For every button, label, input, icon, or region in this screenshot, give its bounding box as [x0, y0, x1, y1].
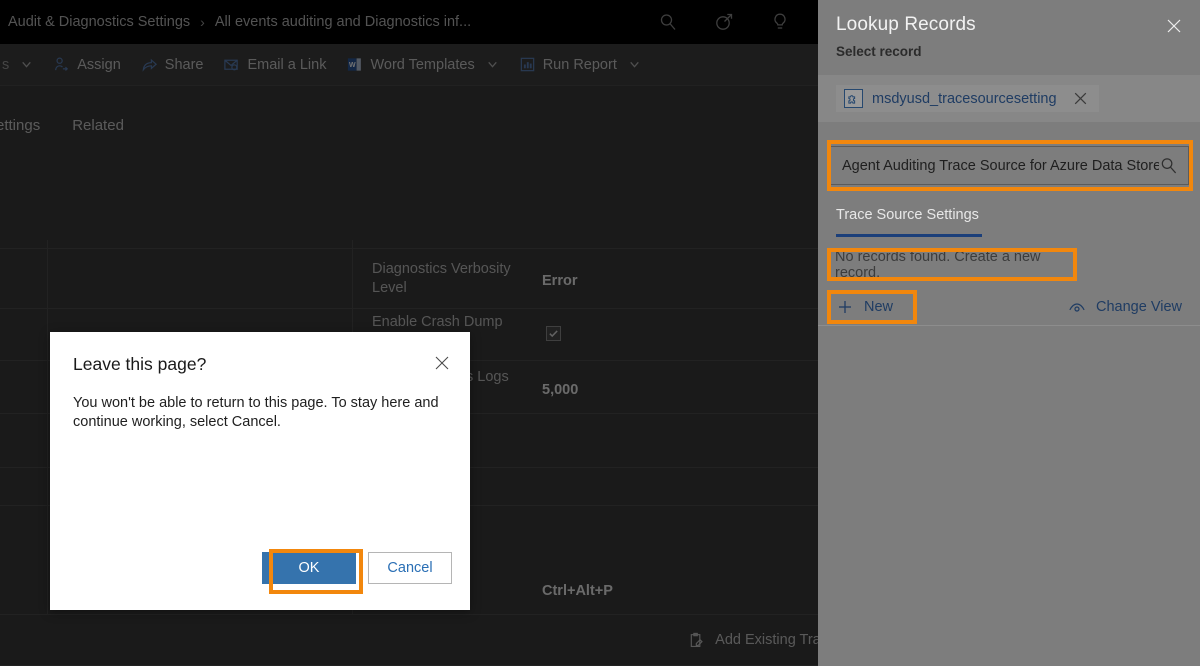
svg-text:W: W [349, 62, 356, 69]
search-icon[interactable] [658, 12, 678, 32]
eye-view-icon [1067, 298, 1086, 317]
tab-related[interactable]: Related [72, 117, 124, 134]
new-record-button[interactable]: New [834, 296, 901, 318]
chevron-down-icon[interactable] [486, 58, 499, 71]
lookup-empty-message-text: No records found. Create a new record. [835, 249, 1075, 281]
command-share-label: Share [165, 57, 204, 73]
tab-settings[interactable]: Settings [0, 117, 40, 134]
form-row-separator [0, 308, 818, 309]
lightbulb-icon[interactable] [770, 12, 790, 32]
lookup-panel-title: Lookup Records [836, 14, 1182, 36]
nav-icon-group [658, 12, 818, 32]
field-label-logs: s Logs [466, 368, 509, 387]
close-icon[interactable] [1072, 90, 1089, 107]
change-view-button[interactable]: Change View [1067, 298, 1182, 317]
command-word-templates-label: Word Templates [370, 57, 474, 73]
dialog-title: Leave this page? [73, 354, 206, 375]
change-view-button-label: Change View [1096, 299, 1182, 315]
lookup-empty-message: No records found. Create a new record. [829, 250, 1075, 279]
command-email-a-link-label: Email a Link [247, 57, 326, 73]
command-overflow[interactable]: s [0, 44, 43, 86]
top-navigation-bar: Audit & Diagnostics Settings › All event… [0, 0, 818, 44]
command-share[interactable]: Share [131, 44, 214, 86]
add-existing-record-icon [688, 632, 705, 649]
command-run-report[interactable]: Run Report [509, 44, 651, 86]
assistant-icon[interactable] [714, 12, 734, 32]
lookup-panel-header: Lookup Records Select record [818, 0, 1200, 59]
field-value-verbosity: Error [542, 273, 577, 289]
form-row-separator [0, 248, 818, 249]
lookup-view-tab-underline [836, 234, 982, 237]
lookup-view-tab[interactable]: Trace Source Settings [836, 206, 979, 224]
cancel-button[interactable]: Cancel [368, 552, 452, 584]
dialog-action-row: OK Cancel [262, 552, 452, 584]
lookup-action-row: New Change View [818, 289, 1200, 326]
search-input[interactable] [842, 158, 1159, 174]
leave-page-dialog: Leave this page? You won't be able to re… [50, 332, 470, 610]
screen-root: Audit & Diagnostics Settings › All event… [0, 0, 1200, 666]
entity-puzzle-icon [844, 89, 863, 108]
field-label-verbosity: Diagnostics Verbosity Level [372, 260, 512, 298]
new-record-button-label: New [864, 299, 893, 315]
breadcrumb-item-parent[interactable]: Audit & Diagnostics Settings [8, 14, 190, 30]
lookup-view-tab-label: Trace Source Settings [836, 207, 979, 223]
command-assign[interactable]: Assign [43, 44, 131, 86]
checkmark-icon [548, 328, 559, 339]
add-existing-trace-button[interactable]: Add Existing Trac [688, 632, 818, 649]
lookup-records-panel: Lookup Records Select record msdyusd_tra… [818, 0, 1200, 666]
command-run-report-label: Run Report [543, 57, 617, 73]
lookup-panel-close-button[interactable] [1162, 14, 1186, 38]
column-divider-left [47, 240, 48, 615]
dialog-close-button[interactable] [434, 355, 452, 373]
word-document-icon: W [346, 56, 363, 73]
chevron-down-icon [20, 58, 33, 71]
entity-chip[interactable]: msdyusd_tracesourcesetting [836, 85, 1099, 112]
breadcrumb-item-current[interactable]: All events auditing and Diagnostics inf.… [215, 14, 471, 30]
form-tab-strip: Settings Related [0, 86, 818, 146]
form-footer-command-bar: Add Existing Trac [0, 614, 818, 666]
breadcrumb-separator-icon: › [200, 14, 205, 30]
field-label-crash-dump: Enable Crash Dump [372, 313, 552, 332]
field-value-logs: 5,000 [542, 382, 578, 398]
lookup-search-wrapper [829, 146, 1189, 185]
chevron-down-icon[interactable] [628, 58, 641, 71]
search-icon[interactable] [1159, 156, 1178, 175]
report-chart-icon [519, 56, 536, 73]
command-assign-label: Assign [77, 57, 121, 73]
field-checkbox-crash-dump[interactable] [546, 326, 561, 341]
command-word-templates[interactable]: W Word Templates [336, 44, 508, 86]
email-link-icon [223, 56, 240, 73]
add-existing-trace-label: Add Existing Trac [715, 632, 818, 648]
entity-filter-band: msdyusd_tracesourcesetting [818, 75, 1200, 122]
entity-chip-label: msdyusd_tracesourcesetting [872, 91, 1057, 107]
command-bar: s Assign Share [0, 44, 818, 86]
share-icon [141, 56, 158, 73]
lookup-panel-subtitle: Select record [836, 44, 1182, 59]
plus-icon [836, 298, 854, 316]
assign-person-icon [53, 56, 70, 73]
lookup-search-box[interactable] [829, 146, 1189, 185]
command-overflow-partial-label: s [2, 57, 9, 73]
dialog-body-text: You won't be able to return to this page… [73, 394, 443, 432]
close-icon [434, 355, 450, 371]
field-value-shortcut: Ctrl+Alt+P [542, 583, 613, 599]
breadcrumb: Audit & Diagnostics Settings › All event… [0, 14, 471, 30]
command-email-a-link[interactable]: Email a Link [213, 44, 336, 86]
close-icon [1166, 18, 1182, 34]
ok-button[interactable]: OK [262, 552, 356, 584]
